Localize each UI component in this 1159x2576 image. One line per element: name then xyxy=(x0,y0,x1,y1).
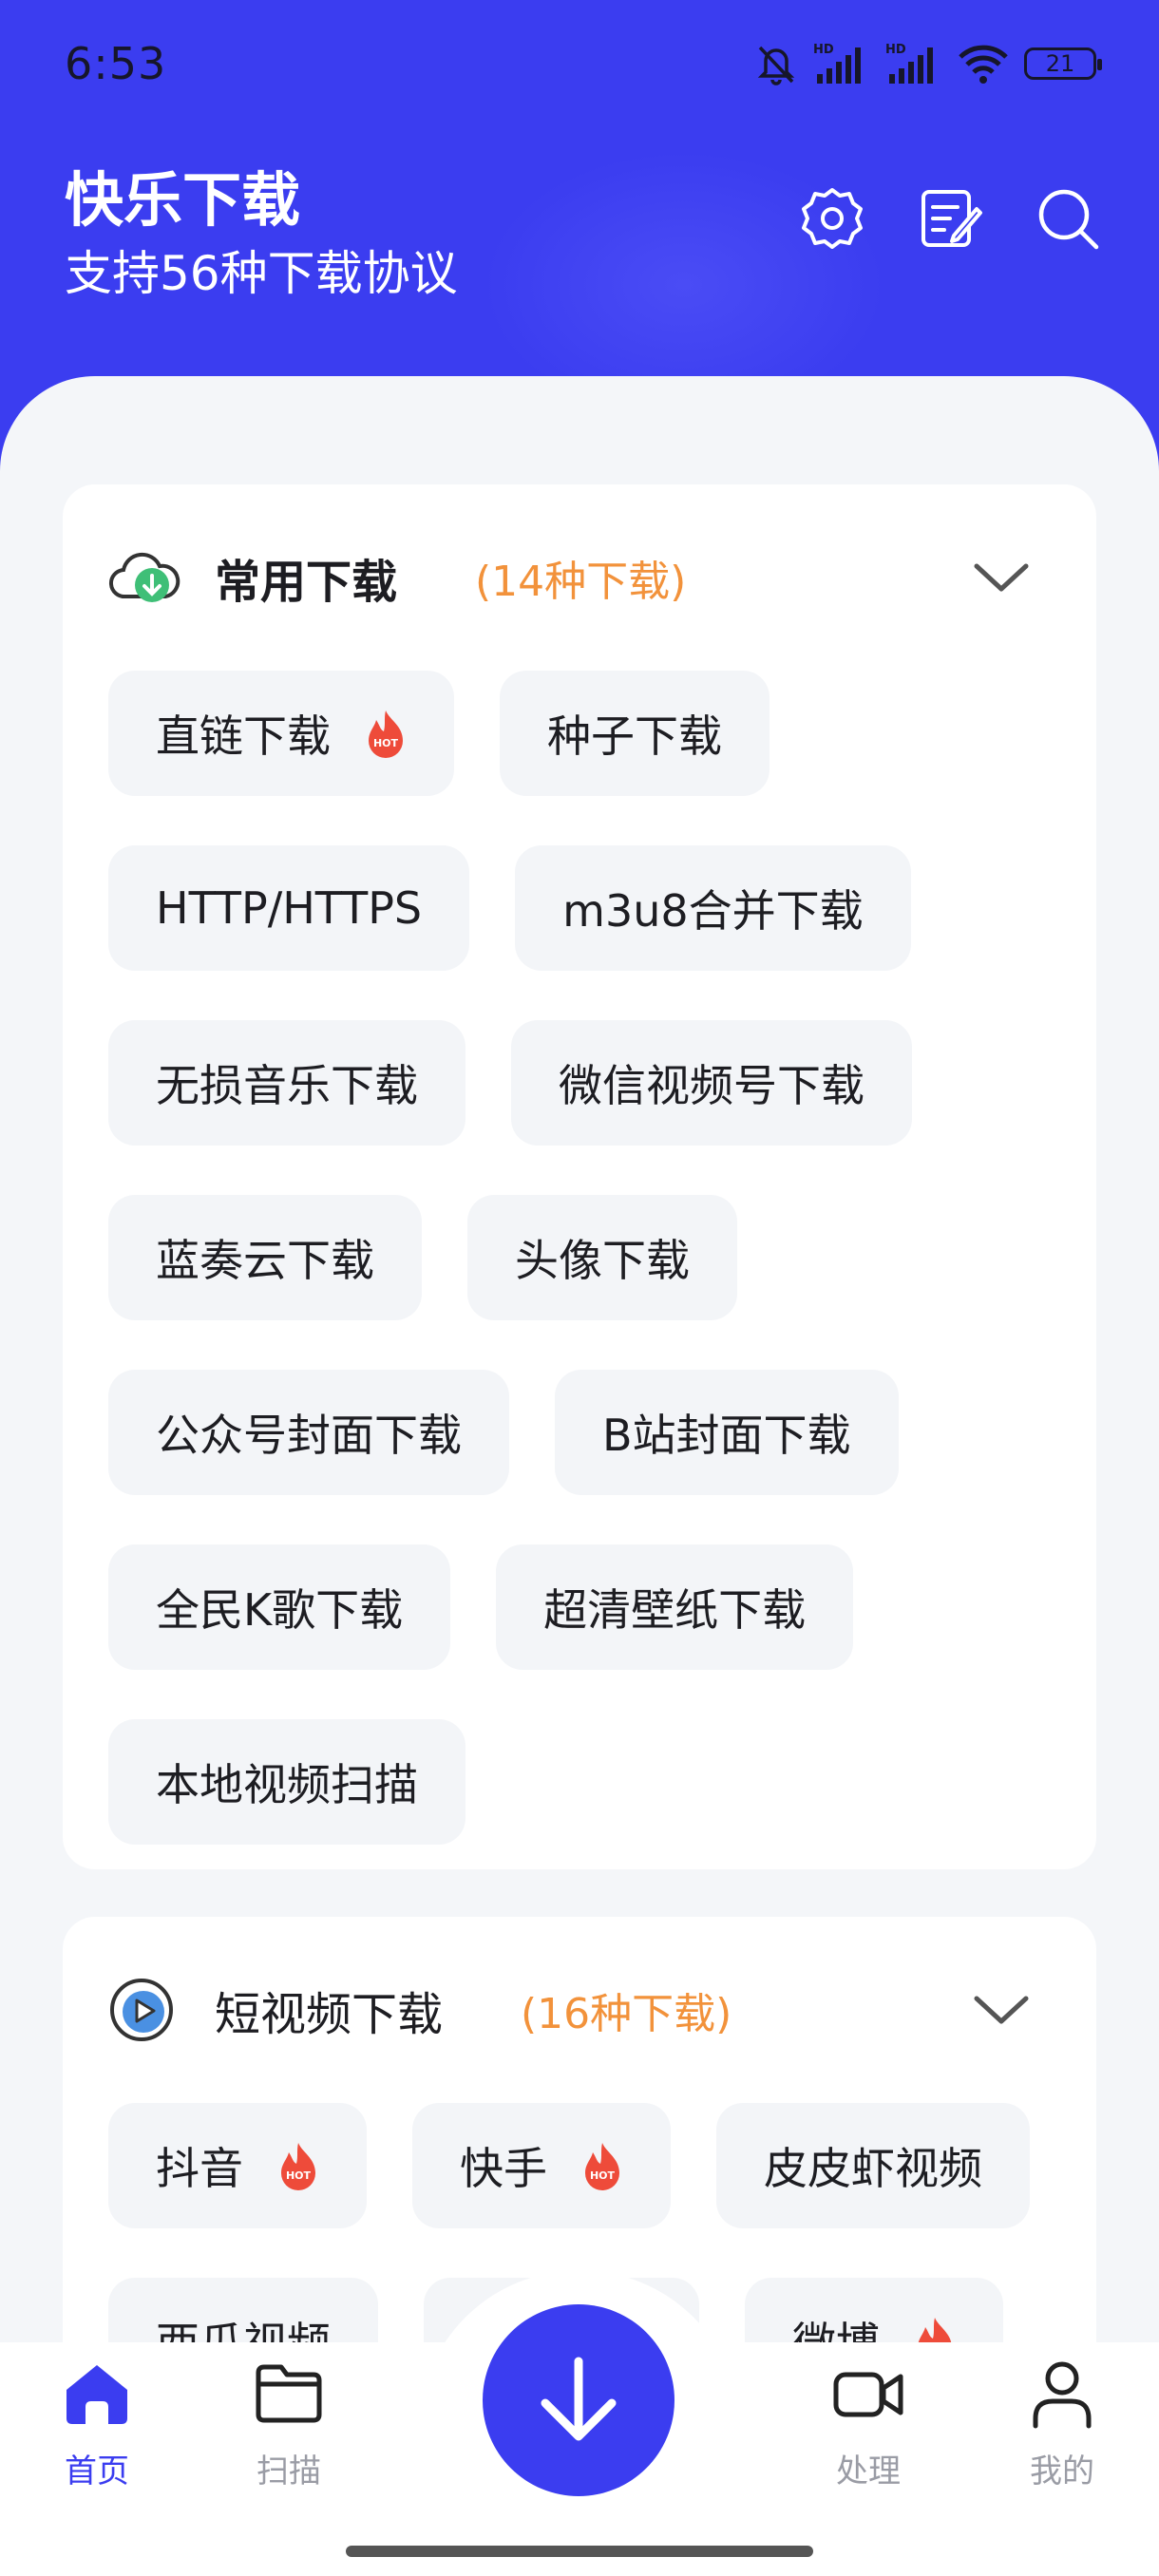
card-count: (16种下载) xyxy=(521,1990,732,2038)
signal-icon: HD xyxy=(813,43,861,84)
nav-process[interactable]: 处理 xyxy=(792,2356,944,2491)
collapse-toggle[interactable] xyxy=(971,553,1032,602)
card-count: (14种下载) xyxy=(475,558,687,606)
hot-badge-text: HOT xyxy=(286,2169,312,2182)
download-option-chip[interactable]: 无损音乐下载 xyxy=(108,1020,466,1146)
hot-fire-icon: HOT xyxy=(277,2141,319,2190)
chip-label: 蓝奏云下载 xyxy=(156,1235,374,1286)
card-header: 短视频下载 (16种下载) xyxy=(108,1917,1051,2103)
download-option-chip[interactable]: 直链下载 HOT xyxy=(108,671,454,796)
mute-bell-icon xyxy=(757,46,795,85)
chip-label: 超清壁纸下载 xyxy=(543,1584,807,1636)
download-option-chip[interactable]: 超清壁纸下载 xyxy=(496,1544,854,1670)
gear-icon xyxy=(802,188,863,249)
edit-note-icon xyxy=(922,190,982,247)
chip-label: 公众号封面下载 xyxy=(156,1410,462,1461)
collapse-toggle[interactable] xyxy=(971,1985,1032,2035)
svg-text:HD: HD xyxy=(813,43,834,57)
settings-button[interactable] xyxy=(794,180,870,256)
chip-label: 皮皮虾视频 xyxy=(764,2143,982,2194)
download-option-chip[interactable]: 公众号封面下载 xyxy=(108,1370,509,1495)
chip-label: 种子下载 xyxy=(547,710,722,762)
notes-button[interactable] xyxy=(912,180,988,256)
chip-label: 快手 xyxy=(460,2143,547,2194)
card-title: 常用下载 xyxy=(215,556,398,609)
status-bar: 6:53 HD HD 21 xyxy=(0,0,1159,133)
home-icon xyxy=(66,2365,127,2424)
hot-badge-text: HOT xyxy=(590,2169,616,2182)
nav-scan-label: 扫描 xyxy=(256,2453,321,2491)
chip-label: 微信视频号下载 xyxy=(559,1060,864,1111)
video-camera-icon xyxy=(833,2372,903,2417)
download-arrow-icon xyxy=(541,2357,617,2441)
status-time: 6:53 xyxy=(65,38,167,89)
status-icons: HD HD 21 xyxy=(754,42,1102,85)
home-indicator[interactable] xyxy=(346,2546,813,2557)
nav-process-label: 处理 xyxy=(836,2453,901,2491)
nav-mine-label: 我的 xyxy=(1030,2453,1094,2491)
nav-home[interactable]: 首页 xyxy=(21,2356,173,2491)
chevron-down-icon xyxy=(974,1996,1029,2024)
chip-label: 本地视频扫描 xyxy=(156,1759,418,1810)
search-button[interactable] xyxy=(1030,180,1106,256)
chip-label: 头像下载 xyxy=(515,1235,690,1286)
chip-label: B站封面下载 xyxy=(602,1410,851,1461)
download-option-chip[interactable]: HTTP/HTTPS xyxy=(108,845,470,971)
download-option-chip[interactable]: 皮皮虾视频 xyxy=(716,2103,1030,2228)
chevron-down-icon xyxy=(974,563,1029,592)
folder-icon xyxy=(256,2364,322,2423)
svg-text:HD: HD xyxy=(885,43,906,57)
download-option-chip[interactable]: B站封面下载 xyxy=(555,1370,899,1495)
download-option-chip[interactable]: 微信视频号下载 xyxy=(511,1020,912,1146)
app-subtitle: 支持56种下载协议 xyxy=(65,246,458,301)
app-title: 快乐下载 xyxy=(65,165,301,235)
header-actions xyxy=(794,180,1106,256)
download-option-chip[interactable]: 快手 HOT xyxy=(412,2103,671,2228)
download-fab-button[interactable] xyxy=(483,2304,674,2496)
signal-icon-2: HD xyxy=(885,43,933,84)
battery-icon: 21 xyxy=(1024,47,1102,80)
download-option-chip[interactable]: 全民K歌下载 xyxy=(108,1544,451,1670)
nav-home-label: 首页 xyxy=(65,2453,129,2491)
chip-label: m3u8合并下载 xyxy=(562,885,864,937)
header: 6:53 HD HD 21 快乐下载 支持56种下载协议 xyxy=(0,0,1159,437)
wifi-icon xyxy=(959,45,1008,84)
download-option-chip[interactable]: m3u8合并下载 xyxy=(515,845,911,971)
download-option-chip[interactable]: 种子下载 xyxy=(500,671,770,796)
play-circle-icon xyxy=(108,1974,180,2046)
download-option-chip[interactable]: 头像下载 xyxy=(467,1195,737,1320)
hot-fire-icon: HOT xyxy=(581,2141,623,2190)
user-icon xyxy=(1033,2361,1092,2429)
card-title: 短视频下载 xyxy=(215,1988,444,2041)
card-header: 常用下载 (14种下载) xyxy=(108,484,1051,671)
nav-mine[interactable]: 我的 xyxy=(986,2356,1138,2491)
nav-scan[interactable]: 扫描 xyxy=(213,2356,365,2491)
chip-label: HTTP/HTTPS xyxy=(156,882,423,934)
download-option-chip[interactable]: 蓝奏云下载 xyxy=(108,1195,422,1320)
cloud-download-icon xyxy=(108,541,180,614)
download-option-chip[interactable]: 本地视频扫描 xyxy=(108,1719,466,1845)
common-downloads-card: 常用下载 (14种下载) 直链下载 HOT 种子下载 HTTP/HTTPS m3u8合并… xyxy=(63,484,1096,1869)
chip-label: 无损音乐下载 xyxy=(156,1060,418,1111)
hot-fire-icon: HOT xyxy=(365,709,407,758)
download-option-chip[interactable]: 抖音 HOT xyxy=(108,2103,367,2228)
search-icon xyxy=(1038,189,1099,250)
chip-label: 全民K歌下载 xyxy=(156,1584,404,1636)
hot-badge-text: HOT xyxy=(373,737,399,749)
chip-label: 直链下载 xyxy=(156,710,331,762)
chip-list: 直链下载 HOT 种子下载 HTTP/HTTPS m3u8合并下载无损音乐下载 微信视频号… xyxy=(108,671,1051,1894)
chip-label: 抖音 xyxy=(156,2143,243,2194)
